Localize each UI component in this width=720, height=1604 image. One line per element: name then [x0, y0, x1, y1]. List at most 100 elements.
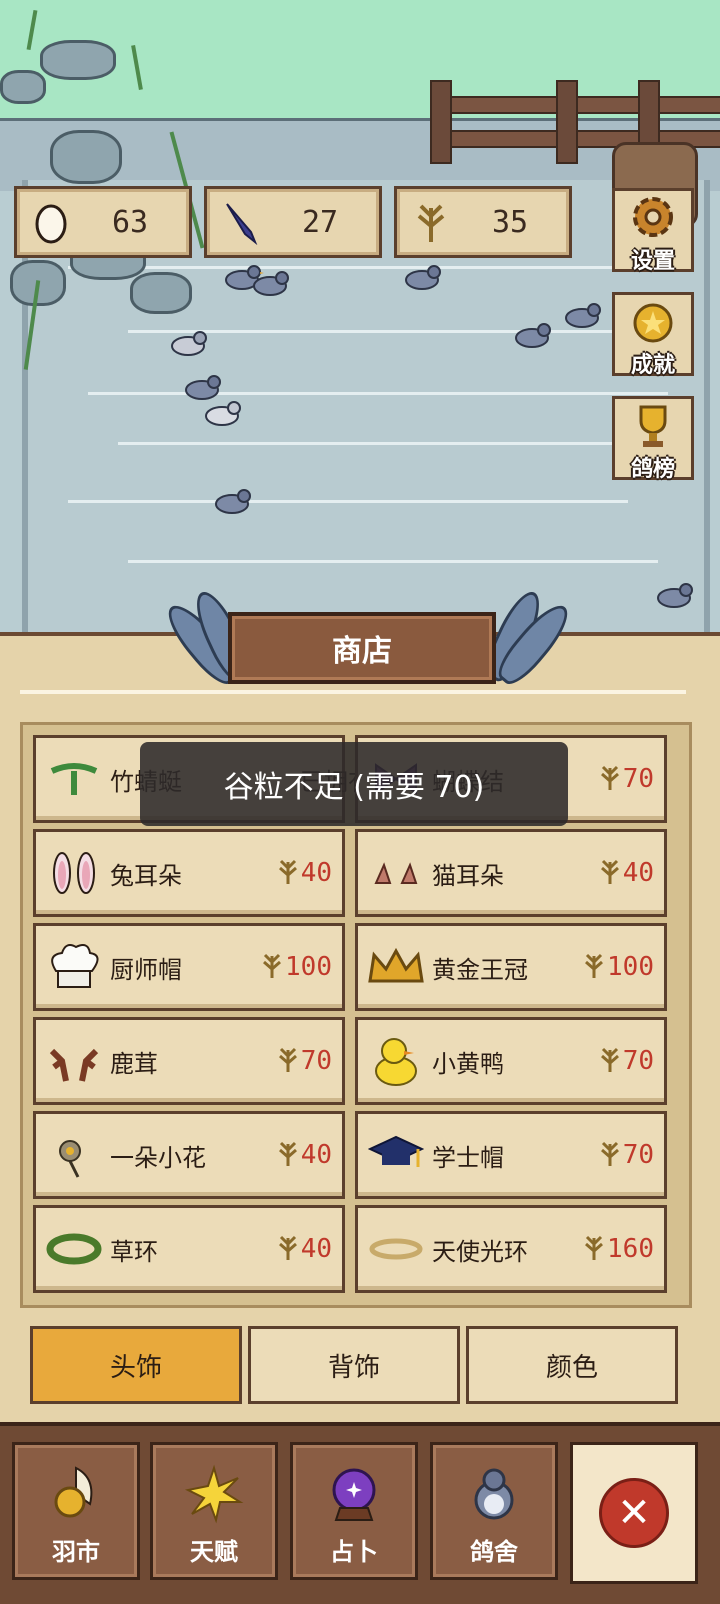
close-shop-button[interactable]: ✕ [570, 1442, 698, 1584]
item-name: 天使光环 [432, 1237, 528, 1266]
wheat-icon [597, 762, 623, 796]
pigeon-sprite[interactable] [248, 268, 292, 298]
shop-item[interactable]: 兔耳朵 40 [33, 829, 345, 917]
tile-line [128, 560, 658, 563]
settings-button[interactable]: 设置 [612, 188, 694, 274]
wheat-icon [581, 1232, 607, 1266]
tile-line [118, 442, 658, 445]
price-value: 160 [607, 1234, 654, 1264]
tab-color[interactable]: 颜色 [466, 1326, 678, 1404]
price-value: 40 [300, 858, 332, 888]
shop-item[interactable]: 黄金王冠 100 [355, 923, 667, 1011]
tile-line [88, 392, 668, 395]
antlers-icon [44, 1031, 104, 1091]
price-value: 70 [622, 1140, 654, 1170]
grain-count: 35 [491, 204, 529, 240]
egg-counter: 63 [14, 186, 192, 258]
wheat-icon [275, 856, 301, 890]
chef-hat-icon [44, 937, 104, 997]
item-price: 40 [275, 1138, 332, 1172]
insufficient-grain-toast: 谷粒不足 (需要 70) [140, 742, 568, 826]
crown-icon [366, 937, 426, 997]
shop-item[interactable]: 厨师帽 100 [33, 923, 345, 1011]
feather-counter: 27 [204, 186, 382, 258]
pigeon-icon [462, 1462, 526, 1526]
wheat-icon [597, 1044, 623, 1078]
item-name: 小黄鸭 [432, 1049, 504, 1078]
pigeon-sprite[interactable] [400, 262, 444, 292]
fence-post [430, 80, 452, 164]
rock [50, 130, 122, 184]
pigeon-sprite[interactable] [560, 300, 604, 330]
shop-item[interactable]: 鹿茸 70 [33, 1017, 345, 1105]
tab-backwear[interactable]: 背饰 [248, 1326, 460, 1404]
wheat-icon [259, 950, 285, 984]
nav-loft-label: 鸽舍 [470, 1538, 518, 1566]
cat-ears-icon [366, 843, 426, 903]
pigeon-sprite[interactable] [510, 320, 554, 350]
shop-item[interactable]: 天使光环 160 [355, 1205, 667, 1293]
feather-icon [221, 198, 261, 246]
item-name: 草环 [110, 1237, 158, 1266]
bunny-ears-icon [44, 843, 104, 903]
item-price: 40 [275, 1232, 332, 1266]
wheat-icon [275, 1232, 301, 1266]
nav-market-label: 羽市 [52, 1538, 100, 1566]
achievements-button[interactable]: 成就 [612, 292, 694, 378]
trophy-icon [627, 399, 679, 455]
settings-label: 设置 [630, 249, 675, 274]
rock [40, 40, 116, 80]
egg-icon [31, 198, 71, 246]
tab-headwear[interactable]: 头饰 [30, 1326, 242, 1404]
leaderboard-label: 鸽榜 [630, 457, 675, 482]
wheat-icon [597, 856, 623, 890]
grain-counter: 35 [394, 186, 572, 258]
item-price: 100 [259, 950, 332, 984]
grad-cap-icon [366, 1125, 426, 1185]
pigeon-sprite[interactable] [210, 486, 254, 516]
divider [20, 690, 686, 694]
shop-item[interactable]: 小黄鸭 70 [355, 1017, 667, 1105]
wheat-icon [411, 198, 451, 246]
wheat-icon [597, 1138, 623, 1172]
duck-icon [366, 1031, 426, 1091]
fence-post [556, 80, 578, 164]
tile-line [68, 500, 628, 503]
bamboo-copter-icon [44, 749, 104, 809]
shop-item[interactable]: 一朵小花 40 [33, 1111, 345, 1199]
crystal-ball-icon [322, 1462, 386, 1526]
rock [0, 70, 46, 104]
pigeon-sprite[interactable] [166, 328, 210, 358]
grass-ring-icon [44, 1219, 104, 1279]
price-value: 40 [300, 1140, 332, 1170]
item-price: 40 [597, 856, 654, 890]
shop-title: 商店 [228, 612, 496, 684]
nav-talent-label: 天赋 [190, 1538, 238, 1566]
shop-item[interactable]: 猫耳朵 40 [355, 829, 667, 917]
price-value: 40 [300, 1234, 332, 1264]
shop-item[interactable]: 草环 40 [33, 1205, 345, 1293]
wheat-icon [581, 950, 607, 984]
nav-talent-button[interactable]: 天赋 [150, 1442, 278, 1580]
item-name: 鹿茸 [110, 1049, 158, 1078]
nav-market-button[interactable]: 羽市 [12, 1442, 140, 1580]
price-value: 70 [622, 764, 654, 794]
price-value: 70 [622, 1046, 654, 1076]
gear-icon [627, 191, 679, 247]
item-price: 70 [597, 1044, 654, 1078]
pigeon-sprite[interactable] [200, 398, 244, 428]
nav-loft-button[interactable]: 鸽舍 [430, 1442, 558, 1580]
item-price: 100 [581, 950, 654, 984]
nav-divination-button[interactable]: 占卜 [290, 1442, 418, 1580]
pigeon-sprite[interactable] [652, 580, 696, 610]
leaderboard-button[interactable]: 鸽榜 [612, 396, 694, 482]
item-price: 160 [581, 1232, 654, 1266]
rock [130, 272, 192, 314]
halo-icon [366, 1219, 426, 1279]
shop-item[interactable]: 学士帽 70 [355, 1111, 667, 1199]
close-icon: ✕ [599, 1478, 669, 1548]
star-burst-icon [182, 1462, 246, 1526]
item-name: 猫耳朵 [432, 861, 504, 890]
price-value: 100 [607, 952, 654, 982]
item-name: 兔耳朵 [110, 861, 182, 890]
